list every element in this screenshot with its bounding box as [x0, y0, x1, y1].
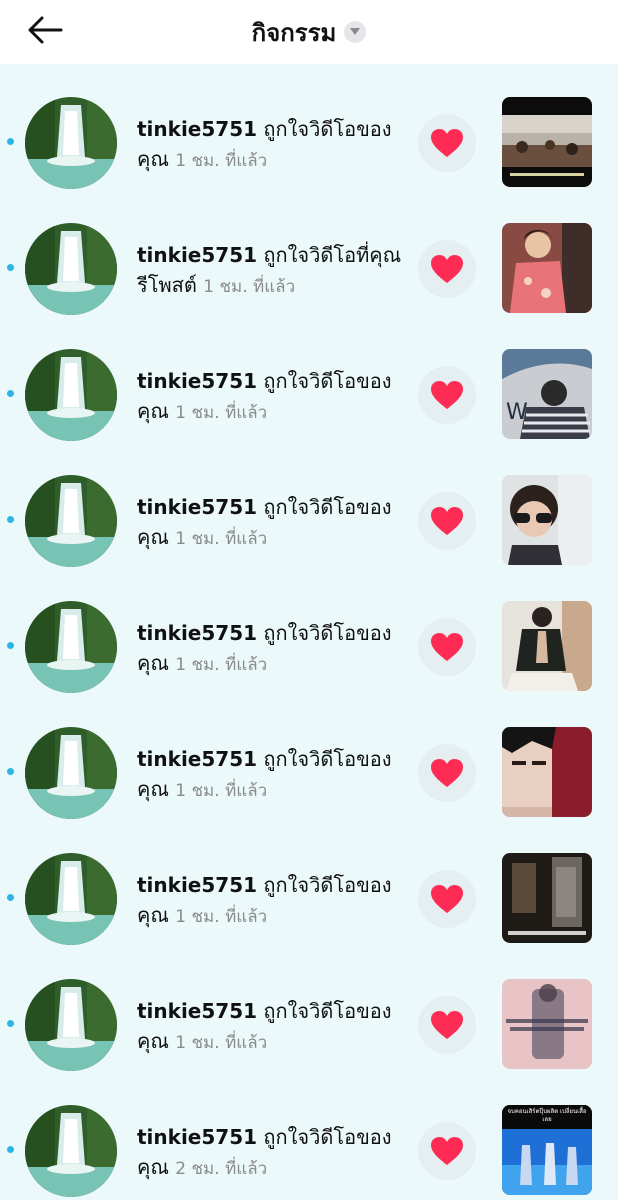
timestamp: 1 ชม. ที่แล้ว — [175, 907, 268, 927]
activity-text: tinkie5751 ถูกใจวิดีโอที่คุณรีโพสต์ 1 ชม… — [137, 240, 407, 302]
activity-text: tinkie5751 ถูกใจวิดีโอของคุณ 1 ชม. ที่แล… — [137, 996, 407, 1058]
activity-filter-dropdown[interactable]: กิจกรรม — [252, 13, 367, 52]
page-title: กิจกรรม — [251, 18, 337, 47]
video-thumbnail[interactable] — [502, 601, 592, 691]
back-button[interactable] — [22, 10, 68, 50]
avatar[interactable] — [25, 1105, 117, 1197]
timestamp: 2 ชม. ที่แล้ว — [175, 1159, 268, 1179]
caret-down-icon — [344, 21, 367, 43]
activity-row[interactable]: tinkie5751 ถูกใจวิดีโอของคุณ 1 ชม. ที่แล… — [0, 64, 618, 190]
activity-text: tinkie5751 ถูกใจวิดีโอของคุณ 1 ชม. ที่แล… — [137, 492, 407, 554]
username[interactable]: tinkie5751 — [137, 117, 257, 141]
activity-text: tinkie5751 ถูกใจวิดีโอของคุณ 1 ชม. ที่แล… — [137, 870, 407, 932]
like-button[interactable] — [418, 870, 476, 928]
unread-dot — [7, 768, 14, 775]
header: กิจกรรม — [0, 0, 618, 64]
thumbnail-caption: จบคอนเสิร์ตปุ๊บผลิต เปลี่ยนเสื้อเลย — [507, 1108, 587, 1123]
username[interactable]: tinkie5751 — [137, 873, 257, 897]
like-button[interactable] — [418, 366, 476, 424]
unread-dot — [7, 264, 14, 271]
avatar[interactable] — [25, 97, 117, 189]
arrow-left-icon — [28, 16, 63, 44]
avatar[interactable] — [25, 475, 117, 567]
like-button[interactable] — [418, 1122, 476, 1180]
heart-icon — [431, 255, 463, 283]
username[interactable]: tinkie5751 — [137, 999, 257, 1023]
activity-row[interactable]: tinkie5751 ถูกใจวิดีโอของคุณ 2 ชม. ที่แล… — [0, 1072, 618, 1198]
video-thumbnail[interactable] — [502, 475, 592, 565]
timestamp: 1 ชม. ที่แล้ว — [175, 1033, 268, 1053]
activity-screen: กิจกรรม tinkie5751 ถูกใจวิดีโอของคุณ 1 ช… — [0, 0, 618, 1200]
video-thumbnail[interactable]: จบคอนเสิร์ตปุ๊บผลิต เปลี่ยนเสื้อเลย — [502, 1105, 592, 1195]
video-thumbnail[interactable] — [502, 727, 592, 817]
unread-dot — [7, 1020, 14, 1027]
avatar[interactable] — [25, 223, 117, 315]
avatar[interactable] — [25, 349, 117, 441]
activity-text: tinkie5751 ถูกใจวิดีโอของคุณ 1 ชม. ที่แล… — [137, 114, 407, 176]
timestamp: 1 ชม. ที่แล้ว — [175, 529, 268, 549]
heart-icon — [431, 1137, 463, 1165]
video-thumbnail[interactable] — [502, 853, 592, 943]
unread-dot — [7, 390, 14, 397]
username[interactable]: tinkie5751 — [137, 243, 257, 267]
heart-icon — [431, 1011, 463, 1039]
video-thumbnail[interactable] — [502, 97, 592, 187]
timestamp: 1 ชม. ที่แล้ว — [175, 655, 268, 675]
timestamp: 1 ชม. ที่แล้ว — [203, 277, 296, 297]
activity-row[interactable]: tinkie5751 ถูกใจวิดีโอของคุณ 1 ชม. ที่แล… — [0, 316, 618, 442]
username[interactable]: tinkie5751 — [137, 747, 257, 771]
activity-text: tinkie5751 ถูกใจวิดีโอของคุณ 1 ชม. ที่แล… — [137, 366, 407, 428]
timestamp: 1 ชม. ที่แล้ว — [175, 781, 268, 801]
activity-row[interactable]: tinkie5751 ถูกใจวิดีโอของคุณ 1 ชม. ที่แล… — [0, 568, 618, 694]
unread-dot — [7, 894, 14, 901]
like-button[interactable] — [418, 996, 476, 1054]
heart-icon — [431, 129, 463, 157]
timestamp: 1 ชม. ที่แล้ว — [175, 151, 268, 171]
like-button[interactable] — [418, 492, 476, 550]
svg-text:W: W — [506, 400, 528, 425]
activity-row[interactable]: tinkie5751 ถูกใจวิดีโอของคุณ 1 ชม. ที่แล… — [0, 820, 618, 946]
heart-icon — [431, 885, 463, 913]
activity-text: tinkie5751 ถูกใจวิดีโอของคุณ 1 ชม. ที่แล… — [137, 744, 407, 806]
activity-row[interactable]: tinkie5751 ถูกใจวิดีโอของคุณ 1 ชม. ที่แล… — [0, 442, 618, 568]
username[interactable]: tinkie5751 — [137, 621, 257, 645]
username[interactable]: tinkie5751 — [137, 369, 257, 393]
like-button[interactable] — [418, 618, 476, 676]
activity-text: tinkie5751 ถูกใจวิดีโอของคุณ 1 ชม. ที่แล… — [137, 618, 407, 680]
like-button[interactable] — [418, 240, 476, 298]
timestamp: 1 ชม. ที่แล้ว — [175, 403, 268, 423]
unread-dot — [7, 138, 14, 145]
like-button[interactable] — [418, 114, 476, 172]
activity-row[interactable]: tinkie5751 ถูกใจวิดีโอของคุณ 1 ชม. ที่แล… — [0, 946, 618, 1072]
heart-icon — [431, 381, 463, 409]
like-button[interactable] — [418, 744, 476, 802]
video-thumbnail[interactable]: W — [502, 349, 592, 439]
avatar[interactable] — [25, 853, 117, 945]
activity-text: tinkie5751 ถูกใจวิดีโอของคุณ 2 ชม. ที่แล… — [137, 1122, 407, 1184]
avatar[interactable] — [25, 979, 117, 1071]
avatar[interactable] — [25, 601, 117, 693]
heart-icon — [431, 759, 463, 787]
username[interactable]: tinkie5751 — [137, 1125, 257, 1149]
avatar[interactable] — [25, 727, 117, 819]
unread-dot — [7, 516, 14, 523]
activity-list: tinkie5751 ถูกใจวิดีโอของคุณ 1 ชม. ที่แล… — [0, 64, 618, 1198]
username[interactable]: tinkie5751 — [137, 495, 257, 519]
activity-row[interactable]: tinkie5751 ถูกใจวิดีโอของคุณ 1 ชม. ที่แล… — [0, 694, 618, 820]
video-thumbnail[interactable] — [502, 223, 592, 313]
heart-icon — [431, 633, 463, 661]
activity-row[interactable]: tinkie5751 ถูกใจวิดีโอที่คุณรีโพสต์ 1 ชม… — [0, 190, 618, 316]
unread-dot — [7, 1146, 14, 1153]
video-thumbnail[interactable] — [502, 979, 592, 1069]
unread-dot — [7, 642, 14, 649]
heart-icon — [431, 507, 463, 535]
